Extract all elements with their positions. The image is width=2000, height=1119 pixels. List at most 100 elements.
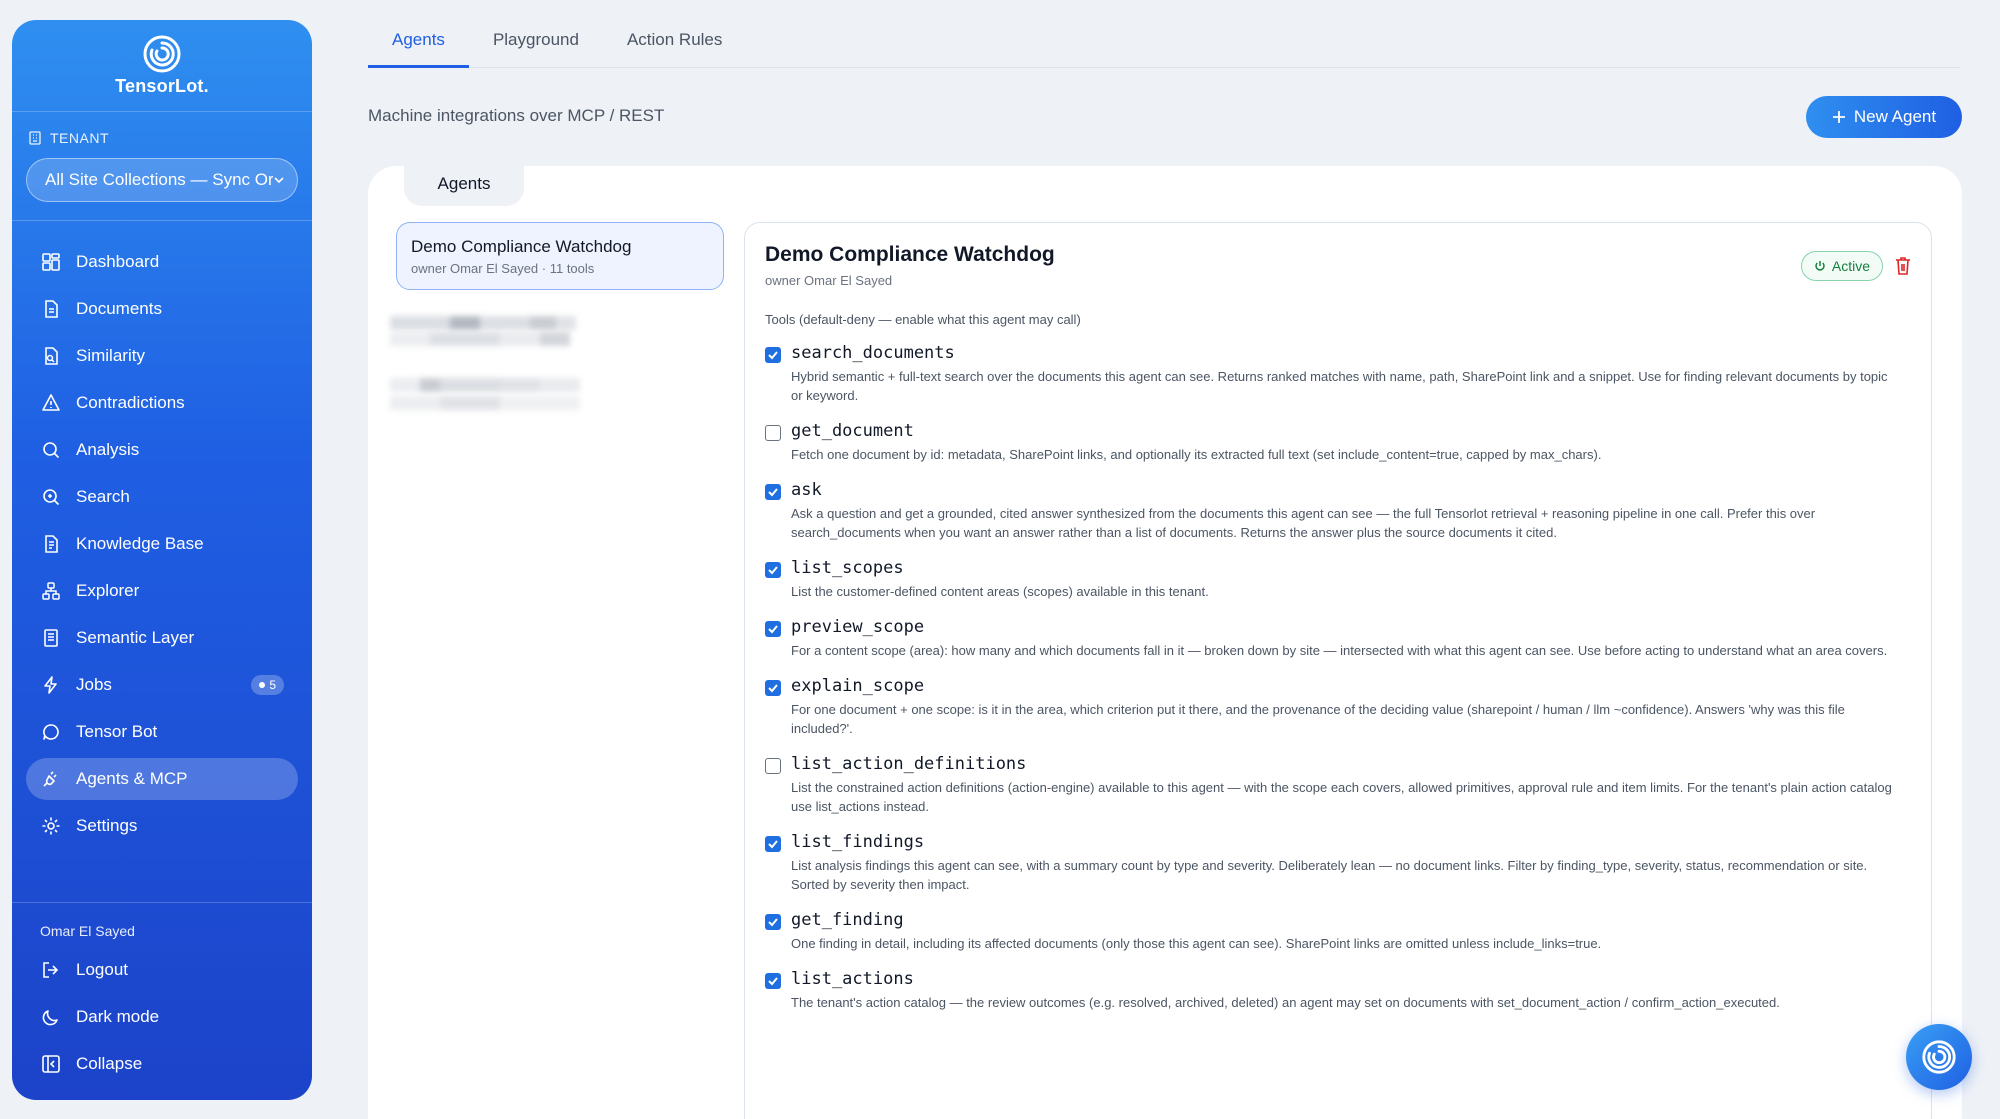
sidebar-item-agents-mcp[interactable]: Agents & MCP bbox=[26, 758, 298, 800]
sidebar-item-jobs[interactable]: Jobs 5 bbox=[26, 664, 298, 706]
sidebar-item-analysis[interactable]: Analysis bbox=[26, 429, 298, 471]
sidebar-item-dashboard[interactable]: Dashboard bbox=[26, 241, 298, 283]
agent-status-toggle[interactable]: Active bbox=[1800, 251, 1883, 281]
tool-checkbox[interactable] bbox=[765, 425, 781, 441]
sidebar-item-similarity[interactable]: Similarity bbox=[26, 335, 298, 377]
power-icon bbox=[1815, 261, 1825, 271]
user-name: Omar El Sayed bbox=[40, 923, 135, 939]
building-icon bbox=[29, 131, 41, 145]
tool-description: For a content scope (area): how many and… bbox=[791, 643, 1888, 658]
tenant-section: TENANT All Site Collections — Sync Or bbox=[12, 112, 312, 221]
sidebar-item-settings[interactable]: Settings bbox=[26, 805, 298, 847]
tab-playground[interactable]: Playground bbox=[469, 20, 603, 68]
sidebar-item-label: Analysis bbox=[76, 440, 140, 459]
tool-list-scopes: list_scopes List the customer-defined co… bbox=[765, 558, 1911, 601]
brand[interactable]: TensorLot. bbox=[12, 20, 312, 112]
sidebar: TensorLot. TENANT All Site Collections —… bbox=[12, 20, 312, 1100]
sidebar-nav: Dashboard Documents Similarity Contradic… bbox=[12, 221, 312, 847]
redacted-agent-item bbox=[390, 332, 570, 346]
tool-checkbox[interactable] bbox=[765, 484, 781, 500]
tool-get-document: get_document Fetch one document by id: m… bbox=[765, 421, 1911, 464]
tenant-select[interactable]: All Site Collections — Sync Or bbox=[26, 158, 298, 202]
tool-list-findings: list_findings List analysis findings thi… bbox=[765, 832, 1911, 894]
tool-name: list_scopes bbox=[791, 558, 904, 578]
sidebar-item-semantic-layer[interactable]: Semantic Layer bbox=[26, 617, 298, 659]
tool-explain-scope: explain_scope For one document + one sco… bbox=[765, 676, 1911, 738]
tool-checkbox[interactable] bbox=[765, 973, 781, 989]
sidebar-item-search[interactable]: Search bbox=[26, 476, 298, 518]
tenant-select-value: All Site Collections — Sync Or bbox=[45, 170, 273, 189]
tab-action-rules[interactable]: Action Rules bbox=[603, 20, 746, 68]
collapse-label: Collapse bbox=[76, 1054, 143, 1073]
tool-description: List analysis findings this agent can se… bbox=[791, 858, 1868, 892]
tool-description: List the customer-defined content areas … bbox=[791, 584, 1209, 599]
tenant-label-text: TENANT bbox=[50, 130, 109, 146]
sidebar-item-explorer[interactable]: Explorer bbox=[26, 570, 298, 612]
tool-description: Ask a question and get a grounded, cited… bbox=[791, 506, 1816, 540]
layers-icon bbox=[40, 627, 62, 649]
sidebar-item-contradictions[interactable]: Contradictions bbox=[26, 382, 298, 424]
sidebar-item-label: Settings bbox=[76, 816, 138, 835]
tool-name: preview_scope bbox=[791, 617, 925, 637]
tensorlot-logo-icon bbox=[1922, 1040, 1956, 1074]
tensor-bot-launcher-button[interactable] bbox=[1906, 1024, 1972, 1090]
new-agent-button[interactable]: New Agent bbox=[1806, 96, 1962, 138]
tool-description: Fetch one document by id: metadata, Shar… bbox=[791, 447, 1602, 462]
tool-checkbox[interactable] bbox=[765, 836, 781, 852]
sidebar-item-label: Explorer bbox=[76, 581, 140, 600]
redacted-agent-item bbox=[390, 316, 576, 330]
chat-icon bbox=[40, 721, 62, 743]
gear-icon bbox=[40, 815, 62, 837]
tab-agents[interactable]: Agents bbox=[368, 20, 469, 68]
sidebar-item-tensor-bot[interactable]: Tensor Bot bbox=[26, 711, 298, 753]
tools-label: Tools (default-deny — enable what this a… bbox=[765, 312, 1081, 327]
tenant-label: TENANT bbox=[26, 130, 298, 146]
redacted-agent-item bbox=[390, 396, 580, 410]
agent-status-label: Active bbox=[1831, 258, 1870, 274]
sidebar-item-knowledge-base[interactable]: Knowledge Base bbox=[26, 523, 298, 565]
sidebar-item-documents[interactable]: Documents bbox=[26, 288, 298, 330]
tool-description: One finding in detail, including its aff… bbox=[791, 936, 1602, 951]
tool-name: list_actions bbox=[791, 969, 914, 989]
agent-detail-title: Demo Compliance Watchdog bbox=[765, 243, 1055, 266]
jobs-count-badge: 5 bbox=[251, 675, 284, 695]
tool-checkbox[interactable] bbox=[765, 621, 781, 637]
agent-list-item[interactable]: Demo Compliance Watchdog owner Omar El S… bbox=[396, 222, 724, 290]
new-agent-label: New Agent bbox=[1853, 107, 1937, 126]
tool-get-finding: get_finding One finding in detail, inclu… bbox=[765, 910, 1911, 953]
tool-name: list_action_definitions bbox=[791, 754, 1027, 774]
sidebar-item-label: Similarity bbox=[76, 346, 145, 365]
sidebar-item-label: Knowledge Base bbox=[76, 534, 204, 553]
tool-name: list_findings bbox=[791, 832, 925, 852]
top-tabs: Agents Playground Action Rules bbox=[368, 20, 1960, 68]
plug-icon bbox=[40, 768, 62, 790]
tool-checkbox[interactable] bbox=[765, 758, 781, 774]
tool-name: explain_scope bbox=[791, 676, 925, 696]
logout-button[interactable]: Logout bbox=[26, 949, 298, 991]
tool-checkbox[interactable] bbox=[765, 914, 781, 930]
collapse-button[interactable]: Collapse bbox=[26, 1043, 298, 1085]
tool-description: Hybrid semantic + full-text search over … bbox=[791, 369, 1888, 403]
sidebar-item-label: Tensor Bot bbox=[76, 722, 158, 741]
panel-tab-agents[interactable]: Agents bbox=[404, 162, 524, 206]
agent-list-item-meta: owner Omar El Sayed · 11 tools bbox=[411, 261, 595, 276]
page-subtitle: Machine integrations over MCP / REST bbox=[368, 106, 665, 125]
tool-checkbox[interactable] bbox=[765, 562, 781, 578]
agent-detail: Demo Compliance Watchdog owner Omar El S… bbox=[744, 222, 1932, 1119]
similarity-icon bbox=[40, 345, 62, 367]
tool-checkbox[interactable] bbox=[765, 347, 781, 363]
sidebar-footer: Omar El Sayed Logout Dark mode Collapse bbox=[12, 902, 312, 1090]
dark-mode-toggle[interactable]: Dark mode bbox=[26, 996, 298, 1038]
tool-preview-scope: preview_scope For a content scope (area)… bbox=[765, 617, 1911, 660]
tool-list-actions: list_actions The tenant's action catalog… bbox=[765, 969, 1911, 1012]
document-icon bbox=[40, 298, 62, 320]
tool-checkbox[interactable] bbox=[765, 680, 781, 696]
redacted-agent-item bbox=[390, 378, 580, 392]
moon-icon bbox=[40, 1006, 62, 1028]
sidebar-item-label: Dashboard bbox=[76, 252, 160, 271]
tool-list-action-definitions: list_action_definitions List the constra… bbox=[765, 754, 1911, 816]
tensorlot-logo-icon bbox=[143, 35, 181, 73]
plus-icon bbox=[1832, 111, 1845, 123]
trash-icon[interactable] bbox=[1893, 255, 1913, 277]
dashboard-icon bbox=[40, 251, 62, 273]
